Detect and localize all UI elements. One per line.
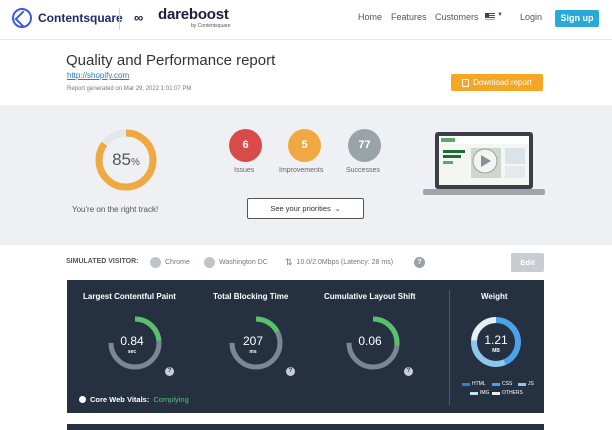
issues-label: Issues xyxy=(234,167,255,174)
visitor-browser: Chrome xyxy=(150,257,190,268)
report-generated-date: Report generated on Mar 29, 2022 1:01:07… xyxy=(67,86,192,92)
header-divider xyxy=(119,8,120,30)
visitor-browser-label: Chrome xyxy=(165,259,190,266)
dareboost-brand-subtitle: by Contentsquare xyxy=(191,23,231,29)
help-icon[interactable]: ? xyxy=(414,257,425,268)
edit-visitor-button[interactable]: Edit xyxy=(511,253,544,272)
visitor-location-label: Washington DC xyxy=(219,259,268,266)
issues-badge[interactable]: 6 xyxy=(229,129,262,162)
signup-button[interactable]: Sign up xyxy=(555,10,599,27)
weight-title: Weight xyxy=(481,292,508,301)
visitor-connection-label: 10.0/2.0Mbps (Latency: 28 ms) xyxy=(296,259,394,266)
contentsquare-logo[interactable]: Contentsquare xyxy=(12,8,123,28)
top-header: Contentsquare ∞ dareboost by Contentsqua… xyxy=(0,0,612,40)
chrome-icon xyxy=(150,257,161,268)
up-down-arrows-icon: ⇅ xyxy=(285,257,293,267)
successes-label: Successes xyxy=(346,167,380,174)
us-flag-icon[interactable] xyxy=(485,13,495,20)
metrics-divider xyxy=(449,290,450,405)
tbt-title: Total Blocking Time xyxy=(213,292,289,301)
login-link[interactable]: Login xyxy=(520,12,542,22)
legend-others: OTHERS xyxy=(492,390,523,396)
weight-value: 1.21 xyxy=(484,333,508,347)
legend-css: CSS xyxy=(492,381,512,387)
legend-html: HTML xyxy=(462,381,486,387)
dareboost-brand-text: dareboost xyxy=(158,6,229,23)
chevron-down-icon: ⌄ xyxy=(334,205,341,213)
legend-img: IMG xyxy=(470,390,489,396)
score-value: 85% xyxy=(112,150,140,169)
cls-help-icon[interactable]: ? xyxy=(404,367,413,376)
lcp-help-icon[interactable]: ? xyxy=(165,367,174,376)
simulated-visitor-label: SIMULATED VISITOR: xyxy=(66,258,139,265)
weight-unit: MB xyxy=(492,348,500,354)
legend-js: JS xyxy=(518,381,534,387)
lcp-value: 0.84 xyxy=(120,334,144,348)
nav-customers[interactable]: Customers xyxy=(435,12,479,22)
page-title: Quality and Performance report xyxy=(66,52,276,69)
core-web-vitals-status: Core Web Vitals: Complying xyxy=(79,395,189,404)
see-priorities-button[interactable]: See your priorities ⌄ xyxy=(247,198,364,219)
visitor-connection: ⇅ 10.0/2.0Mbps (Latency: 28 ms) xyxy=(285,257,393,268)
core-web-vitals-value: Complying xyxy=(153,395,189,404)
globe-icon xyxy=(204,257,215,268)
contentsquare-brand-text: Contentsquare xyxy=(38,11,123,25)
laptop-video-thumbnail[interactable] xyxy=(423,128,545,198)
dareboost-logo-icon: ∞ xyxy=(134,10,144,25)
lcp-title: Largest Contentful Paint xyxy=(83,292,176,301)
download-report-button[interactable]: Download report xyxy=(451,74,543,91)
core-web-vitals-label: Core Web Vitals: xyxy=(90,395,150,404)
successes-badge[interactable]: 77 xyxy=(348,129,381,162)
see-priorities-label: See your priorities xyxy=(270,204,331,213)
cls-value: 0.06 xyxy=(358,334,382,348)
contentsquare-logo-icon xyxy=(12,8,32,28)
tbt-unit: ms xyxy=(249,349,257,355)
score-message: You're on the right track! xyxy=(72,205,159,214)
language-chevron-down-icon[interactable]: ▼ xyxy=(497,12,503,18)
visitor-location: Washington DC xyxy=(204,257,268,268)
next-section-panel xyxy=(67,424,544,430)
nav-features[interactable]: Features xyxy=(391,12,427,22)
cls-title: Cumulative Layout Shift xyxy=(324,292,416,301)
improvements-badge[interactable]: 5 xyxy=(288,129,321,162)
tbt-value: 207 xyxy=(242,334,264,348)
nav-home[interactable]: Home xyxy=(358,12,382,22)
info-icon xyxy=(79,396,86,403)
document-icon xyxy=(462,78,470,87)
lcp-unit: sec xyxy=(127,349,137,355)
tbt-help-icon[interactable]: ? xyxy=(286,367,295,376)
improvements-label: Improvements xyxy=(279,167,324,174)
report-url-link[interactable]: http://shopify.com xyxy=(67,71,129,80)
download-report-label: Download report xyxy=(473,78,532,87)
